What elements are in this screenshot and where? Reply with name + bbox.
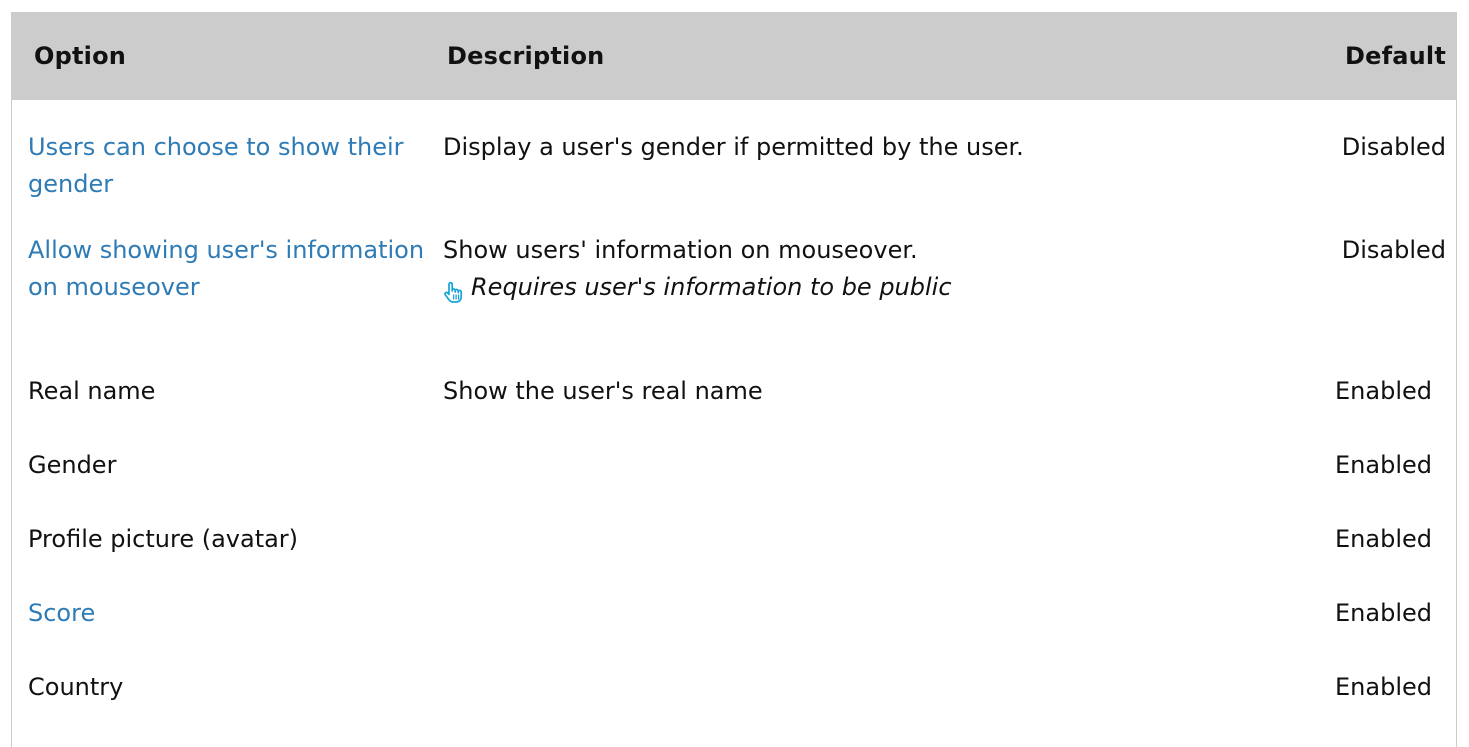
default-cell: Enabled	[1335, 451, 1432, 479]
table-row: Gender Enabled	[12, 426, 1456, 500]
table-row: Allow showing user's information on mous…	[12, 205, 1456, 352]
table-row: Real name Show the user's real name Enab…	[12, 352, 1456, 426]
option-cell: Score	[12, 574, 425, 648]
option-link[interactable]: Users can choose to show their gender	[28, 133, 404, 198]
default-cell: Enabled	[1335, 673, 1432, 701]
options-table-container: Option Description Default Users can cho…	[11, 12, 1457, 747]
header-option: Option	[34, 42, 127, 70]
option-cell: Allow showing user's information on mous…	[12, 205, 425, 352]
requirement-note-text: Requires user's information to be public	[471, 273, 952, 301]
option-link[interactable]: Score	[28, 599, 95, 627]
description-text: Show users' information on mouseover.	[443, 236, 918, 264]
table-row: Country Enabled	[12, 648, 1456, 722]
option-cell: Gender	[28, 451, 117, 479]
option-cell: Users can choose to show their gender	[12, 100, 425, 205]
default-cell: Enabled	[1335, 377, 1432, 405]
header-default: Default	[1344, 42, 1446, 70]
option-cell: Profile picture (avatar)	[28, 525, 299, 553]
default-cell: Enabled	[1335, 599, 1432, 627]
requirement-note: Requires user's information to be public	[443, 269, 1260, 306]
table-row: Users can choose to show their gender Di…	[12, 100, 1456, 205]
description-cell: Display a user's gender if permitted by …	[443, 133, 1024, 161]
description-cell: Show the user's real name	[443, 377, 763, 405]
option-link[interactable]: Allow showing user's information on mous…	[28, 236, 424, 301]
description-cell	[425, 426, 1260, 500]
table-header-row: Option Description Default	[12, 12, 1456, 100]
table-row: Score Enabled	[12, 574, 1456, 648]
default-cell: Disabled	[1341, 236, 1446, 264]
header-description: Description	[447, 42, 605, 70]
option-cell: Real name	[28, 377, 156, 405]
description-cell	[425, 648, 1260, 722]
description-cell	[425, 574, 1260, 648]
option-cell: Country	[28, 673, 124, 701]
options-table: Option Description Default Users can cho…	[12, 12, 1456, 722]
description-cell: Show users' information on mouseover. Re…	[425, 205, 1260, 352]
default-cell: Disabled	[1341, 133, 1446, 161]
description-cell	[425, 500, 1260, 574]
default-cell: Enabled	[1335, 525, 1432, 553]
pointing-hand-icon	[443, 277, 463, 303]
table-row: Profile picture (avatar) Enabled	[12, 500, 1456, 574]
